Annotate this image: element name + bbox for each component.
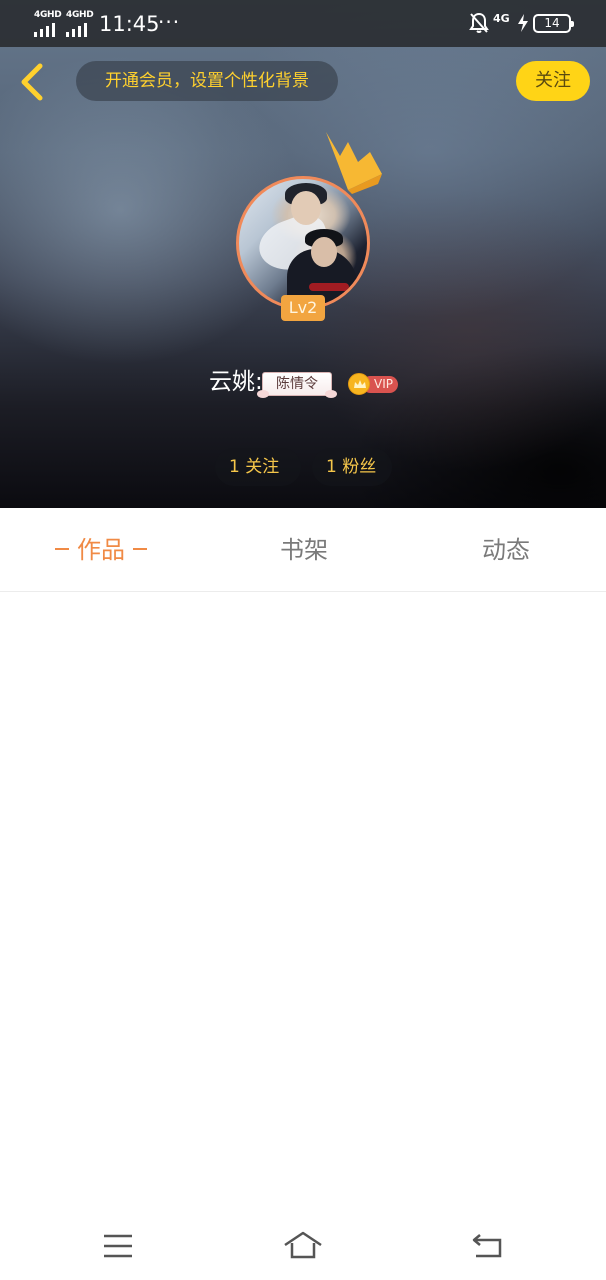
home-icon: [284, 1231, 322, 1259]
profile-header: 4GHD 4GHD 11:45 ··· 4G 14 开通会员，设置个性化背景 关…: [0, 0, 606, 508]
menu-button[interactable]: [98, 1229, 138, 1263]
back-arrow-icon: [21, 63, 43, 101]
signal-sim2-icon: 4GHD: [66, 10, 94, 37]
tab-activity[interactable]: 动态: [456, 508, 556, 592]
return-button[interactable]: [468, 1229, 508, 1263]
profile-tabs: 作品 书架 动态: [0, 508, 606, 592]
tab-indicator-left: [55, 548, 69, 550]
battery-indicator: 14: [533, 14, 574, 33]
follow-button[interactable]: 关注: [516, 61, 590, 101]
more-notifications-icon: ···: [158, 10, 181, 34]
menu-icon: [104, 1234, 132, 1258]
user-name: 云姚: [209, 369, 255, 395]
sim1-network-label: 4GHD: [34, 10, 62, 20]
home-button[interactable]: [283, 1229, 323, 1263]
tab-bookshelf[interactable]: 书架: [254, 508, 354, 592]
back-button[interactable]: [14, 60, 50, 104]
tab-indicator-right: [133, 548, 147, 550]
signal-sim1-icon: 4GHD: [34, 10, 62, 37]
following-count-button[interactable]: 1 关注: [215, 448, 301, 486]
tab-works-label: 作品: [77, 536, 125, 564]
system-nav-bar: [0, 1213, 606, 1280]
avatar[interactable]: [236, 176, 370, 310]
following-label: 关注: [245, 457, 280, 477]
works-content: [0, 593, 606, 1213]
tab-works[interactable]: 作品: [40, 508, 162, 592]
fans-count: 1: [326, 457, 337, 477]
clock: 11:45: [99, 12, 160, 36]
network-type: 4G: [493, 12, 510, 25]
charging-icon: [518, 14, 528, 32]
sim2-network-label: 4GHD: [66, 10, 94, 20]
vip-crown-icon: [348, 373, 370, 395]
fans-label: 粉丝: [342, 457, 377, 477]
bell-off-icon: [469, 12, 489, 33]
tab-activity-label: 动态: [482, 536, 530, 564]
fans-count-button[interactable]: 1 粉丝: [312, 448, 392, 486]
vip-background-banner[interactable]: 开通会员，设置个性化背景: [76, 61, 338, 101]
fandom-badge[interactable]: 陈情令: [257, 372, 337, 398]
return-icon: [472, 1234, 502, 1258]
level-badge: Lv2: [281, 295, 325, 321]
status-bar: 4GHD 4GHD 11:45 ··· 4G 14: [0, 0, 606, 47]
following-count: 1: [229, 457, 240, 477]
tab-bookshelf-label: 书架: [280, 536, 328, 564]
vip-badge[interactable]: VIP: [348, 373, 400, 395]
